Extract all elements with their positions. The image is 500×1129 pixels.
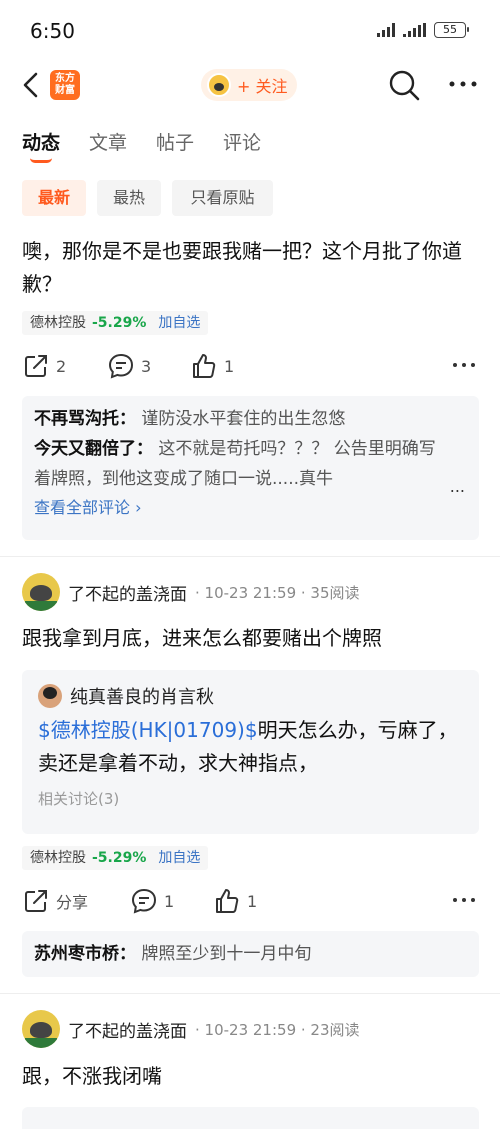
thumbs-up-icon [216,889,239,913]
status-icons: 55 [377,22,469,38]
status-bar: 6:50 55 [0,0,500,62]
quote-author[interactable]: 纯真善良的肖言秋 [70,683,214,709]
post-more-icon[interactable] [452,891,476,909]
post-author-row[interactable]: 了不起的盖浇面 · 10-23 21:59 · 35阅读 [22,572,482,612]
filter-row: 最新 最热 只看原贴 [0,180,500,218]
comment-action[interactable]: 3 [107,352,151,380]
stock-tag[interactable]: 德林控股 -5.29% 加自选 [22,846,209,870]
share-action[interactable]: 分享 [22,887,88,915]
avatar[interactable] [22,1010,60,1048]
logo-text-1: 东方 [55,73,75,84]
comment-text: 牌照至少到十一月中旬 [141,944,312,964]
follow-button[interactable]: + 关注 [201,69,297,101]
quote-avatar [38,684,62,708]
share-count: 2 [56,356,67,376]
post-more-icon[interactable] [452,356,476,374]
nav-bar: 东方 财富 + 关注 [0,62,500,110]
comment-count: 3 [141,356,152,376]
share-icon [25,355,47,377]
thumbs-up-icon [193,354,216,378]
post-author-row[interactable]: 了不起的盖浇面 · 10-23 21:59 · 23阅读 [22,1009,482,1049]
back-arrow-icon[interactable] [18,70,46,100]
like-count: 1 [224,356,235,376]
signal-icon [377,23,395,37]
follow-label: + 关注 [237,77,288,96]
comments-preview[interactable]: 不再骂沟托： 谨防没水平套住的出生忽悠 今天又翻倍了： 这不就是苟托吗？？？ 公… [22,396,479,540]
quote-text: $德林控股(HK|01709)$明天怎么办，亏麻了，卖还是拿着不动，求大神指点， [38,714,463,780]
post-actions: 2 3 1 [0,352,500,382]
app-logo: 东方 财富 [50,70,80,100]
comment-truncate-dots: ... [449,477,465,496]
author-name[interactable]: 了不起的盖浇面 [68,580,187,605]
stock-change: -5.29% [92,315,147,331]
stock-name: 德林控股 [30,315,86,331]
comment-icon [108,353,134,379]
battery-icon: 55 [434,22,469,38]
comment-text: 谨防没水平套住的出生忽悠 [141,409,346,429]
stock-tag[interactable]: 德林控股 -5.29% 加自选 [22,311,209,335]
avatar[interactable] [22,573,60,611]
post-meta: · 10-23 21:59 · 23阅读 [195,1020,360,1039]
share-icon [25,890,47,912]
post-text[interactable]: 跟我拿到月底，进来怎么都要赌出个牌照 [22,622,482,655]
more-icon[interactable] [448,76,478,92]
comment-action[interactable]: 1 [130,887,174,915]
follow-avatar [207,73,231,97]
filter-latest[interactable]: 最新 [22,180,86,216]
post-meta: · 10-23 21:59 · 35阅读 [195,583,360,602]
post-divider [0,556,500,557]
post-divider [0,993,500,994]
filter-hottest[interactable]: 最热 [97,180,161,216]
stock-change: -5.29% [92,850,147,866]
status-time: 6:50 [30,19,75,43]
comment-author[interactable]: 不再骂沟托： [34,409,136,429]
comment-item: 苏州枣市桥： 牌照至少到十一月中旬 [34,939,467,969]
active-tab-indicator [30,158,52,163]
stock-link[interactable]: $德林控股(HK|01709)$ [38,718,258,742]
logo-text-2: 财富 [55,85,75,96]
search-icon[interactable] [388,69,420,101]
like-count: 1 [247,891,258,911]
comments-preview[interactable]: 苏州枣市桥： 牌照至少到十一月中旬 [22,931,479,977]
share-label: 分享 [56,893,89,912]
add-watchlist-link[interactable]: 加自选 [158,311,200,335]
post-actions: 分享 1 1 [0,887,500,917]
author-name[interactable]: 了不起的盖浇面 [68,1017,187,1042]
tab-comments[interactable]: 评论 [223,128,261,155]
like-action[interactable]: 1 [213,887,257,915]
filter-original-only[interactable]: 只看原贴 [172,180,273,216]
stock-name: 德林控股 [30,850,86,866]
like-action[interactable]: 1 [190,352,234,380]
related-discussions[interactable]: 相关讨论(3) [38,788,463,809]
tab-dynamic[interactable]: 动态 [22,128,60,155]
quoted-post[interactable]: 纯真善良的肖言秋 $德林控股(HK|01709)$明天怎么办，亏麻了，卖还是拿着… [22,670,479,834]
tab-posts[interactable]: 帖子 [156,128,194,155]
quoted-post[interactable] [22,1107,479,1129]
add-watchlist-link[interactable]: 加自选 [158,846,200,870]
quote-author-row: 纯真善良的肖言秋 [38,680,463,712]
comment-author[interactable]: 今天又翻倍了： [34,439,153,459]
comment-count: 1 [164,891,175,911]
tab-bar: 动态 文章 帖子 评论 [0,120,500,166]
post-text[interactable]: 噢，那你是不是也要跟我赌一把？这个月批了你道歉？ [22,235,482,301]
share-action[interactable]: 2 [22,352,66,380]
view-all-comments-link[interactable]: 查看全部评论 › [34,494,467,522]
comment-author[interactable]: 苏州枣市桥： [34,944,136,964]
tab-articles[interactable]: 文章 [89,128,127,155]
post-text[interactable]: 跟，不涨我闭嘴 [22,1060,482,1093]
signal-icon-2 [403,23,426,37]
comment-item: 不再骂沟托： 谨防没水平套住的出生忽悠 [34,404,467,434]
comment-icon [131,888,157,914]
comment-item: 今天又翻倍了： 这不就是苟托吗？？？ 公告里明确写着牌照，到他这变成了随口一说.… [34,434,467,494]
